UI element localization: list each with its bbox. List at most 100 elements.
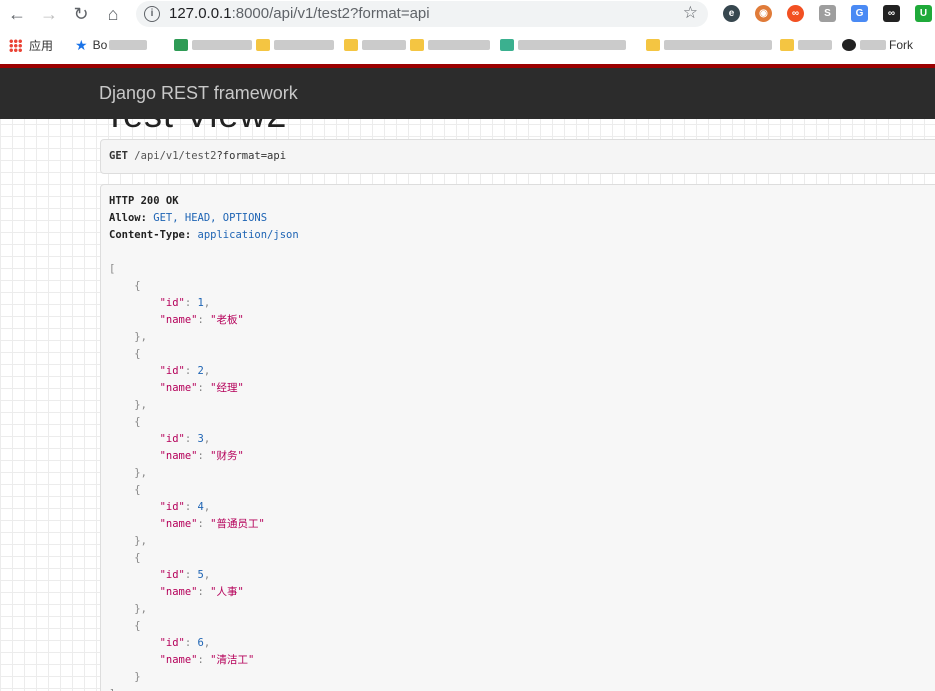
json-name-line: "name": "清洁工" <box>159 654 255 666</box>
json-key-name: "name" <box>159 518 198 530</box>
blurred-text <box>428 40 490 50</box>
bookmark-item-3[interactable] <box>256 37 334 53</box>
bookmark-item-1[interactable]: ★ Bo <box>75 37 148 53</box>
json-key-id: "id" <box>159 569 185 581</box>
blurred-text <box>274 40 334 50</box>
bookmarks-bar: 应用 ★ Bo Fork <box>0 30 935 60</box>
json-object-open: { <box>109 416 141 428</box>
response-info: HTTP 200 OK Allow: GET, HEAD, OPTIONS Co… <box>100 184 935 691</box>
bookmark-item-2[interactable] <box>174 37 252 53</box>
blurred-text <box>798 40 832 50</box>
json-name-line: "name": "财务" <box>159 450 244 462</box>
bookmark-item-7[interactable] <box>646 37 772 53</box>
bookmark-item-6[interactable] <box>500 37 626 53</box>
bookmark-apps[interactable]: 应用 <box>9 37 53 53</box>
status-text: HTTP 200 OK <box>109 195 179 207</box>
extension-owl-icon[interactable]: ∞ <box>883 5 900 22</box>
site-info-icon[interactable]: i <box>144 6 160 22</box>
json-id-line: "id": 2, <box>159 365 211 377</box>
blurred-text <box>109 40 148 50</box>
json-object-close: }, <box>109 467 147 479</box>
json-name-line: "name": "老板" <box>159 314 244 326</box>
json-key-id: "id" <box>159 365 185 377</box>
content-type-value: application/json <box>197 229 299 241</box>
bookmark-favicon-icon <box>842 39 856 51</box>
extension-translate-icon[interactable]: G <box>851 5 868 22</box>
address-bar[interactable]: i 127.0.0.1:8000/api/v1/test2?format=api… <box>136 1 708 27</box>
extension-shield-icon[interactable]: U <box>915 5 932 22</box>
folder-icon <box>256 39 270 51</box>
json-name-value: "财务" <box>210 450 244 462</box>
json-key-id: "id" <box>159 297 185 309</box>
json-id-line: "id": 1, <box>159 297 211 309</box>
drf-brand-link[interactable]: Django REST framework <box>99 83 298 104</box>
bookmark-item-9-label: Fork <box>889 38 913 52</box>
json-key-name: "name" <box>159 450 198 462</box>
bookmark-item-9[interactable]: Fork <box>842 37 913 53</box>
drf-navbar: Django REST framework <box>0 68 935 119</box>
json-key-name: "name" <box>159 314 198 326</box>
json-name-line: "name": "人事" <box>159 586 244 598</box>
bookmark-item-4[interactable] <box>344 37 406 53</box>
apps-grid-icon <box>9 38 22 52</box>
blurred-text <box>860 40 886 50</box>
bookmark-item-5[interactable] <box>410 37 490 53</box>
url-text[interactable]: 127.0.0.1:8000/api/v1/test2?format=api <box>169 5 430 22</box>
content-type-label: Content-Type: <box>109 229 192 241</box>
extension-monkey-icon[interactable]: ◉ <box>755 5 772 22</box>
json-object-open: { <box>109 348 141 360</box>
json-key-id: "id" <box>159 433 185 445</box>
request-method: GET <box>109 150 128 162</box>
extension-s-icon[interactable]: S <box>819 5 836 22</box>
folder-icon <box>780 39 794 51</box>
json-id-line: "id": 5, <box>159 569 211 581</box>
json-key-name: "name" <box>159 654 198 666</box>
json-name-value: "清洁工" <box>210 654 255 666</box>
bookmark-item-1-label: Bo <box>92 38 108 52</box>
browser-toolbar: ← → ↻ ⌂ i 127.0.0.1:8000/api/v1/test2?fo… <box>0 0 935 28</box>
back-arrow-icon[interactable]: ← <box>5 2 29 26</box>
json-name-value: "人事" <box>210 586 244 598</box>
json-name-value: "经理" <box>210 382 244 394</box>
folder-icon <box>646 39 660 51</box>
json-name-line: "name": "普通员工" <box>159 518 265 530</box>
extension-e-icon[interactable]: e <box>723 5 740 22</box>
request-query: ?format=api <box>216 150 287 162</box>
blurred-text <box>362 40 406 50</box>
forward-arrow-icon[interactable]: → <box>37 2 61 26</box>
json-object-open: { <box>109 620 141 632</box>
bookmark-apps-label: 应用 <box>29 38 54 53</box>
json-object-close: }, <box>109 603 147 615</box>
json-name-line: "name": "经理" <box>159 382 244 394</box>
json-object-open: { <box>109 552 141 564</box>
bookmark-favicon-icon <box>500 39 514 51</box>
home-icon[interactable]: ⌂ <box>101 2 125 26</box>
content-type-header: Content-Type: application/json <box>109 227 935 244</box>
json-object-close: }, <box>109 399 147 411</box>
json-id-line: "id": 6, <box>159 637 211 649</box>
json-key-name: "name" <box>159 586 198 598</box>
reload-icon[interactable]: ↻ <box>69 2 93 26</box>
extension-infinity-icon[interactable]: ∞ <box>787 5 804 22</box>
json-object-open: { <box>109 280 141 292</box>
allow-label: Allow: <box>109 212 147 224</box>
blurred-text <box>664 40 772 50</box>
json-key-id: "id" <box>159 637 185 649</box>
blurred-text <box>192 40 252 50</box>
json-object-close: } <box>109 671 141 683</box>
json-id-line: "id": 4, <box>159 501 211 513</box>
json-object-open: { <box>109 484 141 496</box>
blurred-text <box>518 40 626 50</box>
json-key-name: "name" <box>159 382 198 394</box>
request-path: /api/v1/test2 <box>134 150 217 162</box>
allow-header: Allow: GET, HEAD, OPTIONS <box>109 210 935 227</box>
json-name-value: "普通员工" <box>210 518 265 530</box>
allow-value: GET, HEAD, OPTIONS <box>153 212 268 224</box>
response-status: HTTP 200 OK <box>109 193 935 210</box>
bookmark-star-icon[interactable]: ☆ <box>683 3 698 23</box>
json-key-id: "id" <box>159 501 185 513</box>
json-body: [ { "id": 1, "name": "老板" }, { "id": 2, … <box>109 261 935 691</box>
json-object-close: }, <box>109 535 147 547</box>
bookmark-item-8[interactable] <box>780 37 832 53</box>
